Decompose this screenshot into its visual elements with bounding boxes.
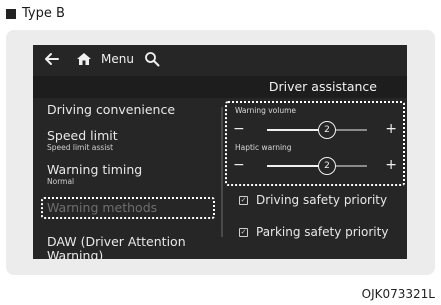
warning-volume-decrease-button[interactable]: − bbox=[233, 122, 245, 136]
menu-button[interactable]: Menu bbox=[101, 45, 134, 73]
warning-volume-value: 2 bbox=[324, 125, 330, 135]
parking-safety-priority-option[interactable]: ✓ Parking safety priority bbox=[239, 225, 388, 239]
sidebar-scrollbar[interactable] bbox=[221, 107, 223, 237]
selection-highlight bbox=[41, 197, 215, 219]
sidebar-item-label: Speed limit bbox=[47, 128, 118, 143]
driving-safety-priority-option[interactable]: ✓ Driving safety priority bbox=[239, 193, 387, 207]
sidebar: Driving convenience Speed limit Speed li… bbox=[33, 101, 223, 259]
sidebar-item-sublabel: Speed limit assist bbox=[47, 143, 114, 152]
checkbox-icon[interactable]: ✓ bbox=[239, 227, 248, 237]
warning-volume-increase-button[interactable]: + bbox=[385, 122, 397, 136]
sidebar-item-label: Driving convenience bbox=[47, 102, 176, 117]
top-bar: Menu bbox=[33, 45, 407, 73]
back-arrow-icon[interactable] bbox=[39, 45, 65, 73]
sidebar-item-driving-convenience[interactable]: Driving convenience bbox=[47, 103, 175, 117]
sidebar-item-speed-limit[interactable]: Speed limit Speed limit assist bbox=[47, 128, 118, 153]
haptic-warning-label: Haptic warning bbox=[235, 143, 292, 152]
option-label: Driving safety priority bbox=[256, 193, 388, 207]
home-icon[interactable] bbox=[71, 45, 97, 73]
sidebar-item-label: DAW (Driver Attention Warning) bbox=[47, 234, 186, 260]
figure-caption: Type B bbox=[22, 6, 65, 21]
caption-row: Type B bbox=[6, 6, 65, 21]
page-title: Driver assistance bbox=[268, 79, 377, 94]
haptic-warning-value: 2 bbox=[324, 161, 330, 171]
option-label: Parking safety priority bbox=[256, 225, 389, 239]
settings-panel: Warning volume − 2 + Haptic warning − 2 … bbox=[225, 101, 407, 259]
haptic-warning-increase-button[interactable]: + bbox=[385, 158, 397, 172]
checkbox-icon[interactable]: ✓ bbox=[239, 195, 248, 205]
sidebar-item-sublabel: Normal bbox=[47, 177, 75, 186]
warning-volume-slider[interactable]: 2 bbox=[267, 121, 367, 139]
sidebar-item-daw[interactable]: DAW (Driver Attention Warning) bbox=[47, 234, 217, 260]
haptic-warning-slider[interactable]: 2 bbox=[267, 157, 367, 175]
warning-volume-knob[interactable]: 2 bbox=[318, 121, 336, 139]
haptic-warning-decrease-button[interactable]: − bbox=[233, 158, 245, 172]
figure-reference-code: OJK073321L bbox=[361, 287, 435, 301]
haptic-warning-knob[interactable]: 2 bbox=[318, 157, 336, 175]
warning-volume-label: Warning volume bbox=[235, 106, 297, 115]
sidebar-item-warning-timing[interactable]: Warning timing Normal bbox=[47, 162, 143, 187]
search-icon[interactable] bbox=[140, 45, 164, 73]
infotainment-screen: Menu Driver assistance Driving convenien… bbox=[33, 45, 407, 259]
bullet-square-icon bbox=[6, 8, 16, 19]
sidebar-item-label: Warning timing bbox=[47, 162, 143, 177]
